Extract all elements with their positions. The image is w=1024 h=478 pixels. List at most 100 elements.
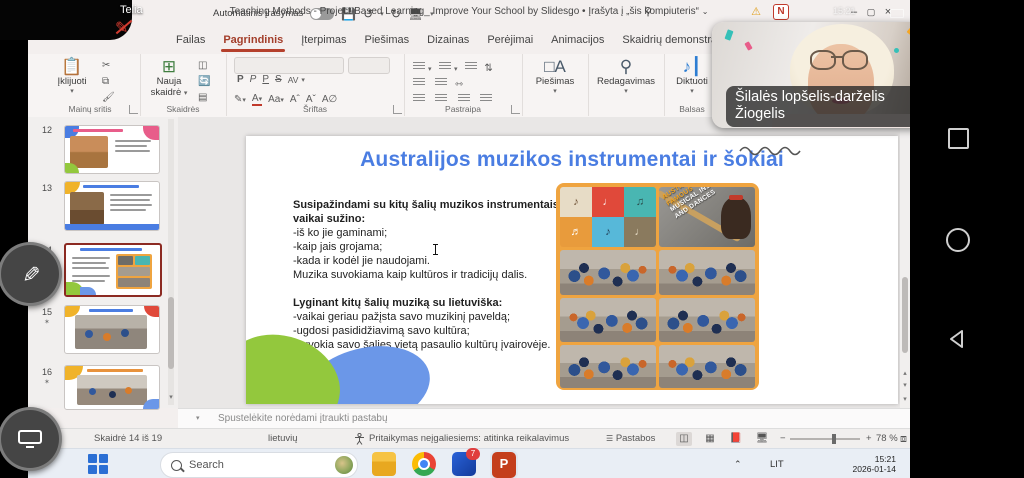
reset-slide-icon[interactable]: 🔄	[198, 76, 210, 88]
tray-language[interactable]: LIT	[770, 449, 784, 478]
slide-sorter-view-button[interactable]: ▦	[702, 432, 718, 446]
drawing-button[interactable]: □A Piešimas▾	[526, 57, 584, 96]
file-explorer-icon[interactable]	[372, 452, 396, 476]
canvas-scrollbar-thumb[interactable]	[902, 277, 908, 353]
confetti-decoration	[894, 48, 899, 53]
blue-app-icon[interactable]: 7	[452, 452, 476, 476]
slide-thumbnail-15[interactable]	[64, 305, 160, 354]
zoom-out-button[interactable]: −	[780, 433, 786, 444]
align-right-icon[interactable]	[458, 94, 470, 103]
slideshow-view-button[interactable]: 🖥	[754, 432, 770, 446]
clipboard-dialog-launcher[interactable]	[129, 105, 138, 114]
remote-controls-button[interactable]	[0, 407, 62, 471]
font-size-combo[interactable]	[348, 57, 390, 74]
tab-pagrindinis[interactable]: Pagrindinis	[215, 29, 291, 52]
font-name-combo[interactable]	[234, 57, 344, 74]
android-recents-button[interactable]	[948, 128, 969, 149]
zoom-level[interactable]: 78 %	[876, 433, 898, 444]
player-figure	[721, 197, 751, 239]
notes-placeholder[interactable]: Spustelėkite norėdami įtraukti pastabų	[218, 413, 388, 424]
paste-button[interactable]: 📋 Įklijuoti▾	[50, 57, 94, 96]
tray-clock[interactable]: 15:21 2026-01-14	[852, 449, 896, 478]
phone-status-time: 15:21	[833, 6, 856, 16]
cut-icon[interactable]: ✂	[102, 60, 110, 72]
warning-icon[interactable]: ⚠	[748, 4, 764, 20]
addin-n-icon[interactable]: N	[773, 4, 789, 20]
zoom-slider[interactable]	[790, 438, 860, 440]
underline-button[interactable]: P	[259, 74, 272, 85]
zoom-slider-thumb[interactable]	[832, 434, 836, 444]
indent-less-icon[interactable]	[413, 78, 425, 87]
search-icon[interactable]: ⚲	[640, 4, 656, 20]
panel-scrollbar-thumb[interactable]	[168, 297, 174, 369]
fit-to-window-button[interactable]: ⧈	[900, 433, 907, 446]
columns-icon[interactable]	[435, 78, 447, 87]
tab-animacijos[interactable]: Animacijos	[543, 29, 612, 52]
notes-icon: ☰	[606, 434, 613, 443]
text-direction-icon[interactable]: ⇿	[455, 79, 463, 90]
copy-icon[interactable]: ⧉	[102, 76, 109, 88]
start-button[interactable]	[86, 452, 110, 476]
restore-button[interactable]: ▢	[863, 4, 879, 20]
editing-button[interactable]: ⚲ Redagavimas▾	[592, 57, 660, 96]
tab-dizainas[interactable]: Dizainas	[419, 29, 477, 52]
notes-bar[interactable]: ▾ Spustelėkite norėdami įtraukti pastabų	[178, 408, 910, 429]
bold-button[interactable]: P	[234, 74, 247, 85]
character-spacing-button[interactable]: AV	[285, 75, 302, 85]
layout-icon[interactable]: ◫	[198, 60, 207, 72]
italic-button[interactable]: P	[247, 74, 260, 85]
annotation-pencil-button[interactable]: ✎	[0, 242, 62, 306]
previous-slide-icon[interactable]: ▴	[900, 369, 910, 377]
indent-more-icon[interactable]	[465, 62, 477, 71]
tab-piesimas[interactable]: Piešimas	[357, 29, 418, 52]
taskbar-search[interactable]: Search	[160, 452, 358, 478]
current-slide[interactable]: Australijos muzikos instrumentai ir šoki…	[246, 136, 898, 404]
magnifier-icon: ⚲	[592, 57, 660, 77]
zoom-in-button[interactable]: +	[866, 433, 872, 444]
notes-toggle-button[interactable]: ☰ Pastabos	[606, 433, 655, 444]
children-photo	[659, 298, 755, 342]
normal-view-button[interactable]: ◫	[676, 432, 692, 446]
collapse-notes-icon[interactable]: ▾	[196, 414, 200, 422]
participant-name-tag: Šilalės lopšelis-darželis Žiogelis	[726, 86, 934, 127]
tab-iterpimas[interactable]: Įterpimas	[293, 29, 354, 52]
monitor-icon	[18, 430, 42, 448]
line-spacing-icon[interactable]: ⇅	[484, 63, 492, 74]
slide-thumbnail-16[interactable]	[64, 365, 160, 410]
editing-group-collapsed: ⚲ Redagavimas▾	[588, 54, 665, 116]
accessibility-status[interactable]: Pritaikymas neįgaliesiems: atitinka reik…	[369, 433, 569, 444]
slide-counter[interactable]: Skaidrė 14 iš 19	[94, 433, 162, 444]
format-painter-icon[interactable]: 🖌	[102, 92, 115, 104]
justify-icon[interactable]	[480, 94, 492, 103]
align-left-icon[interactable]	[413, 94, 425, 103]
paragraph-dialog-launcher[interactable]	[511, 105, 520, 114]
next-slide-icon[interactable]: ▾	[900, 381, 910, 389]
numbering-icon[interactable]	[439, 62, 451, 71]
tray-chevron[interactable]: ⌃	[734, 449, 742, 478]
panel-scrollbar[interactable]	[168, 119, 174, 405]
language-status[interactable]: lietuvių	[268, 433, 298, 444]
section-icon[interactable]: ▤	[198, 92, 207, 104]
slide-thumbnail-14-selected[interactable]	[64, 243, 162, 297]
android-home-button[interactable]	[946, 228, 970, 252]
scroll-down-icon[interactable]: ▾	[900, 395, 910, 403]
tab-perejimai[interactable]: Perėjimai	[479, 29, 541, 52]
collage-image[interactable]: ♪ ♩ ♫ ♬ ♪ ♩ AUSTRALIA'S MOST FAMOUS MU	[556, 183, 759, 390]
chrome-icon[interactable]	[412, 452, 436, 476]
reading-view-button[interactable]: 📕	[728, 432, 744, 446]
align-center-icon[interactable]	[435, 94, 447, 103]
slide-body-text[interactable]: Susipažindami su kitų šalių muzikos inst…	[293, 198, 561, 352]
font-dialog-launcher[interactable]	[393, 105, 402, 114]
tab-failas[interactable]: Failas	[168, 29, 213, 52]
slide-number: 12	[42, 125, 52, 135]
powerpoint-icon[interactable]: P	[492, 452, 516, 478]
panel-scroll-down-icon[interactable]: ▾	[166, 393, 176, 401]
new-slide-button[interactable]: ⊞ Naujaskaidrė ▾	[146, 57, 192, 99]
slide-thumbnail-12[interactable]	[64, 125, 160, 174]
dictate-button[interactable]: ♪┃ Diktuoti▾	[668, 57, 716, 96]
strikethrough-button[interactable]: S	[272, 74, 285, 85]
slide-thumbnail-13[interactable]	[64, 181, 160, 231]
bullets-icon[interactable]	[413, 62, 425, 71]
android-back-button[interactable]	[946, 328, 968, 350]
canvas-scrollbar[interactable]: ▴ ▴ ▾ ▾	[900, 117, 910, 408]
